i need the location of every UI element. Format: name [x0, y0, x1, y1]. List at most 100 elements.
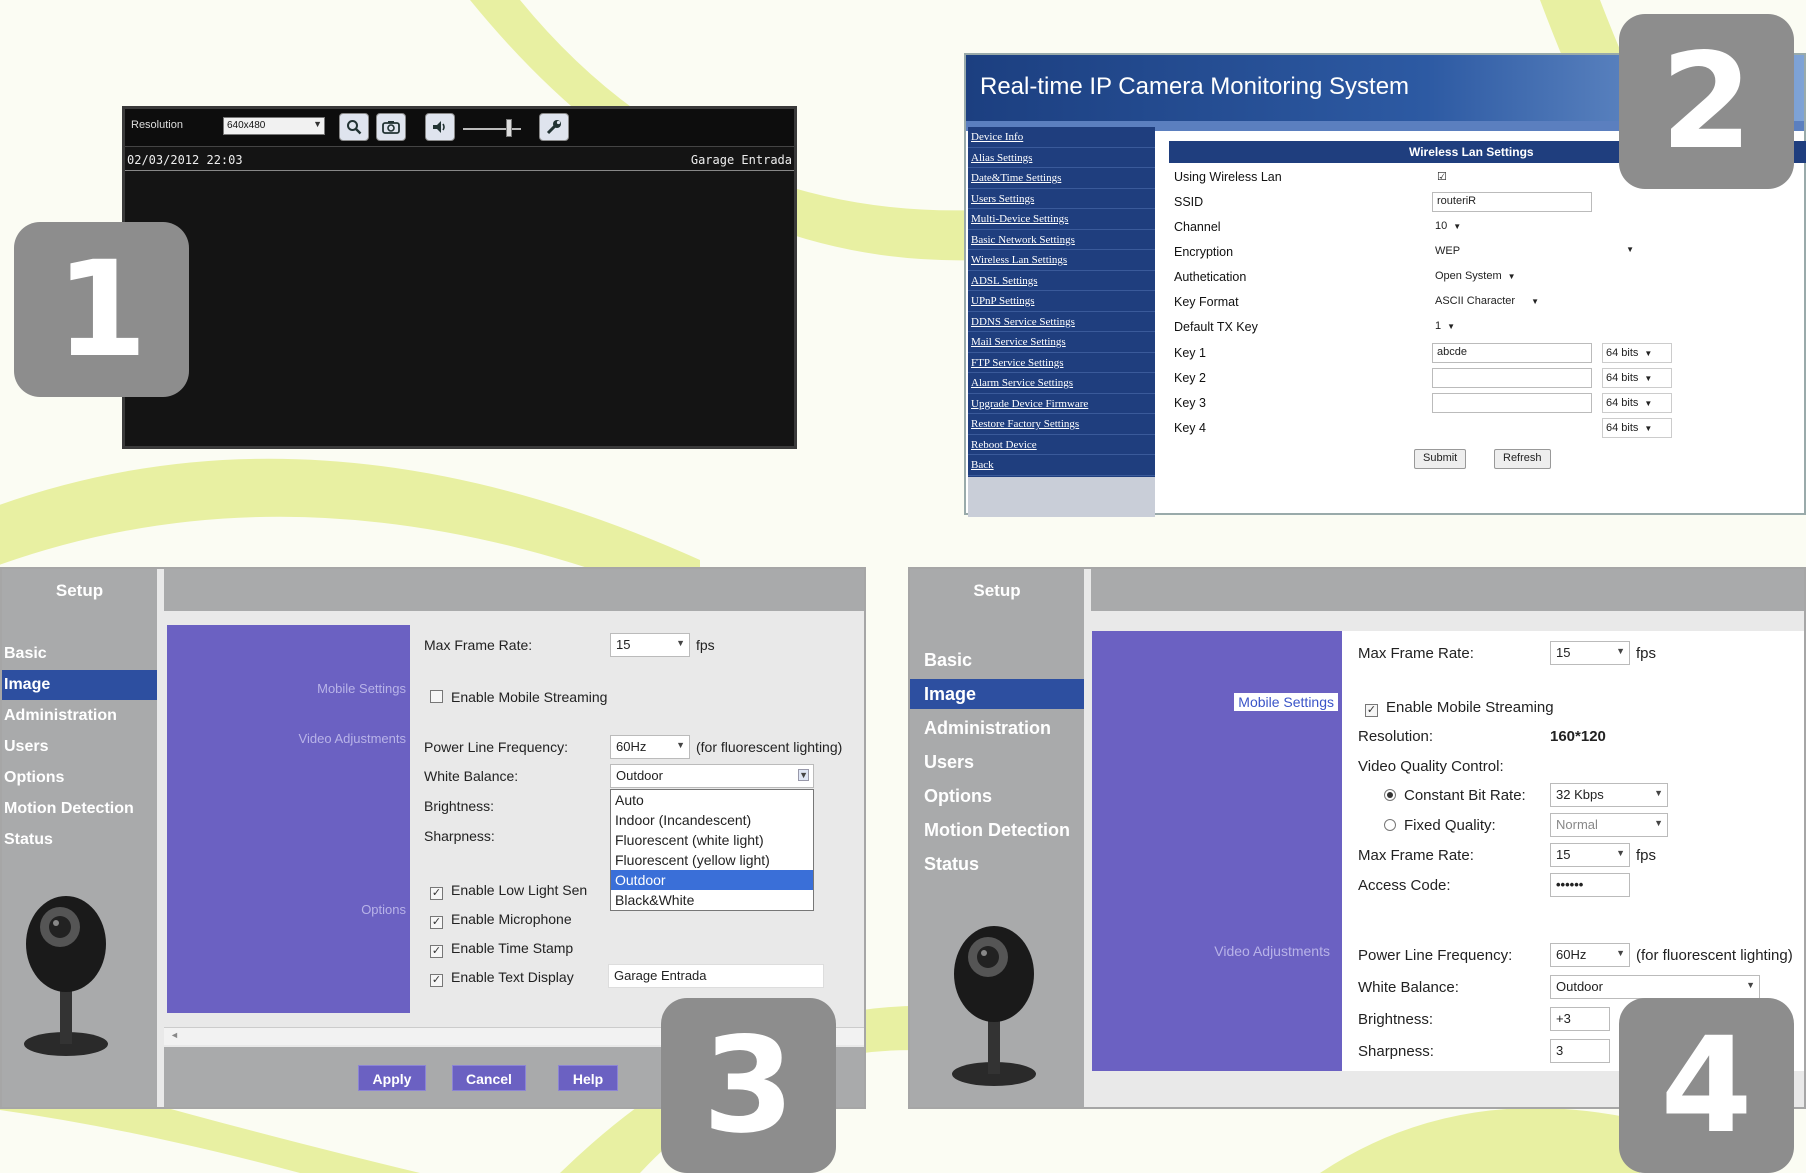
radio-button[interactable] [1384, 789, 1396, 801]
volume-icon[interactable] [425, 113, 455, 141]
nav-options[interactable]: Options [2, 763, 157, 793]
enable-mobile-streaming[interactable]: ✓ Enable Mobile Streaming [1365, 699, 1554, 717]
key3-bits-select[interactable]: 64 bits ▼ [1602, 393, 1672, 413]
menu-item-ftp[interactable]: FTP Service Settings [968, 353, 1155, 373]
max-frame-rate-select[interactable]: 15 ▼ [1550, 641, 1630, 665]
nav-options[interactable]: Options [910, 781, 1084, 811]
app-title: Real-time IP Camera Monitoring System [980, 73, 1410, 100]
menu-item-back[interactable]: Back [968, 455, 1155, 476]
nav-basic[interactable]: Basic [910, 645, 1084, 675]
dropdown-option[interactable]: Black&White [611, 890, 813, 910]
video-adjustments-label: Video Adjustments [298, 731, 406, 746]
zoom-icon[interactable] [339, 113, 369, 141]
submit-button[interactable]: Submit [1414, 449, 1467, 469]
settings-wrench-icon[interactable] [539, 113, 569, 141]
authentication-select[interactable]: Open System ▼ [1432, 267, 1519, 287]
fixed-quality-option[interactable]: Fixed Quality: [1384, 817, 1496, 834]
using-wireless-checkbox[interactable]: ☑ [1434, 167, 1450, 187]
dropdown-option[interactable]: Indoor (Incandescent) [611, 810, 813, 830]
nav-motion-detection[interactable]: Motion Detection [910, 815, 1084, 845]
menu-item-upgrade-firmware[interactable]: Upgrade Device Firmware [968, 394, 1155, 414]
menu-item-multi-device[interactable]: Multi-Device Settings [968, 209, 1155, 230]
dropdown-option[interactable]: Fluorescent (yellow light) [611, 850, 813, 870]
max-frame-rate-select[interactable]: 15 ▼ [610, 633, 690, 657]
nav-status[interactable]: Status [910, 849, 1084, 879]
checkbox[interactable]: ✓ [430, 945, 443, 958]
menu-item-alias[interactable]: Alias Settings [968, 148, 1155, 168]
checkbox[interactable]: ✓ [430, 887, 443, 900]
enable-text-display[interactable]: ✓ Enable Text Display [430, 969, 574, 987]
default-tx-key-select[interactable]: 1 ▼ [1432, 317, 1458, 337]
access-code-input[interactable]: •••••• [1550, 873, 1630, 897]
menu-item-ddns[interactable]: DDNS Service Settings [968, 312, 1155, 332]
dropdown-option[interactable]: Auto [611, 790, 813, 810]
white-balance-select[interactable]: Outdoor ▼ [610, 764, 814, 788]
power-line-select[interactable]: 60Hz ▼ [610, 735, 690, 759]
white-balance-select[interactable]: Outdoor ▼ [1550, 975, 1760, 999]
key2-input[interactable] [1432, 368, 1592, 388]
key3-input[interactable] [1432, 393, 1592, 413]
fixed-quality-select[interactable]: Normal ▼ [1550, 813, 1668, 837]
key1-bits-select[interactable]: 64 bits ▼ [1602, 343, 1672, 363]
checkbox[interactable]: ✓ [430, 916, 443, 929]
fps-unit: fps [1636, 645, 1657, 662]
video-adjustments-label: Video Adjustments [1214, 943, 1330, 959]
nav-administration[interactable]: Administration [910, 713, 1084, 743]
enable-low-light-sensor[interactable]: ✓ Enable Low Light Sen [430, 882, 587, 900]
key-format-select[interactable]: ASCII Character ▼ [1432, 292, 1542, 312]
menu-item-users[interactable]: Users Settings [968, 189, 1155, 209]
key1-input[interactable]: abcde [1432, 343, 1592, 363]
nav-image[interactable]: Image [2, 670, 157, 700]
white-balance-label: White Balance: [1358, 979, 1459, 996]
menu-item-adsl[interactable]: ADSL Settings [968, 271, 1155, 291]
enable-microphone[interactable]: ✓ Enable Microphone [430, 911, 572, 929]
power-line-select[interactable]: 60Hz ▼ [1550, 943, 1630, 967]
encryption-select[interactable]: WEP ▼ [1432, 242, 1638, 262]
dropdown-option-selected[interactable]: Outdoor [611, 870, 813, 890]
apply-button[interactable]: Apply [358, 1065, 426, 1091]
enable-mobile-streaming[interactable]: Enable Mobile Streaming [430, 689, 607, 705]
refresh-button[interactable]: Refresh [1494, 449, 1551, 469]
key4-bits-select[interactable]: 64 bits ▼ [1602, 418, 1672, 438]
menu-item-restore-factory[interactable]: Restore Factory Settings [968, 414, 1155, 435]
nav-administration[interactable]: Administration [2, 701, 157, 731]
snapshot-icon[interactable] [376, 113, 406, 141]
nav-users[interactable]: Users [910, 747, 1084, 777]
key2-bits-select[interactable]: 64 bits ▼ [1602, 368, 1672, 388]
menu-item-basic-network[interactable]: Basic Network Settings [968, 230, 1155, 250]
sharpness-select[interactable]: 3 [1550, 1039, 1610, 1063]
checkbox[interactable]: ✓ [1365, 704, 1378, 717]
mobile-settings-label: Mobile Settings [317, 681, 406, 696]
menu-item-mail[interactable]: Mail Service Settings [968, 332, 1155, 353]
menu-item-reboot[interactable]: Reboot Device [968, 435, 1155, 455]
mobile-max-frame-rate-select[interactable]: 15 ▼ [1550, 843, 1630, 867]
menu-item-upnp[interactable]: UPnP Settings [968, 291, 1155, 312]
nav-basic[interactable]: Basic [2, 639, 157, 669]
nav-image[interactable]: Image [910, 679, 1084, 709]
volume-slider-knob[interactable] [506, 119, 512, 137]
constant-bit-rate-option[interactable]: Constant Bit Rate: [1384, 787, 1526, 804]
bit-rate-select[interactable]: 32 Kbps ▼ [1550, 783, 1668, 807]
menu-item-device-info[interactable]: Device Info [968, 127, 1155, 148]
nav-status[interactable]: Status [2, 825, 157, 855]
dropdown-option[interactable]: Fluorescent (white light) [611, 830, 813, 850]
brightness-select[interactable]: +3 [1550, 1007, 1610, 1031]
checkbox[interactable]: ✓ [430, 974, 443, 987]
resolution-select[interactable]: 640x480 ▼ [223, 117, 325, 135]
max-frame-rate-label: Max Frame Rate: [424, 637, 533, 653]
volume-slider-track[interactable] [463, 128, 521, 130]
enable-time-stamp[interactable]: ✓ Enable Time Stamp [430, 940, 573, 958]
text-display-input[interactable]: Garage Entrada [608, 964, 824, 988]
checkbox[interactable] [430, 690, 443, 703]
menu-item-wireless-lan[interactable]: Wireless Lan Settings [968, 250, 1155, 271]
step-badge-3: 3 [661, 998, 836, 1173]
nav-users[interactable]: Users [2, 732, 157, 762]
channel-select[interactable]: 10 ▼ [1432, 217, 1464, 237]
menu-item-alarm[interactable]: Alarm Service Settings [968, 373, 1155, 394]
nav-motion-detection[interactable]: Motion Detection [2, 794, 157, 824]
menu-item-datetime[interactable]: Date&Time Settings [968, 168, 1155, 189]
radio-button[interactable] [1384, 819, 1396, 831]
help-button[interactable]: Help [558, 1065, 618, 1091]
cancel-button[interactable]: Cancel [452, 1065, 526, 1091]
ssid-input[interactable]: routeriR [1432, 192, 1592, 212]
